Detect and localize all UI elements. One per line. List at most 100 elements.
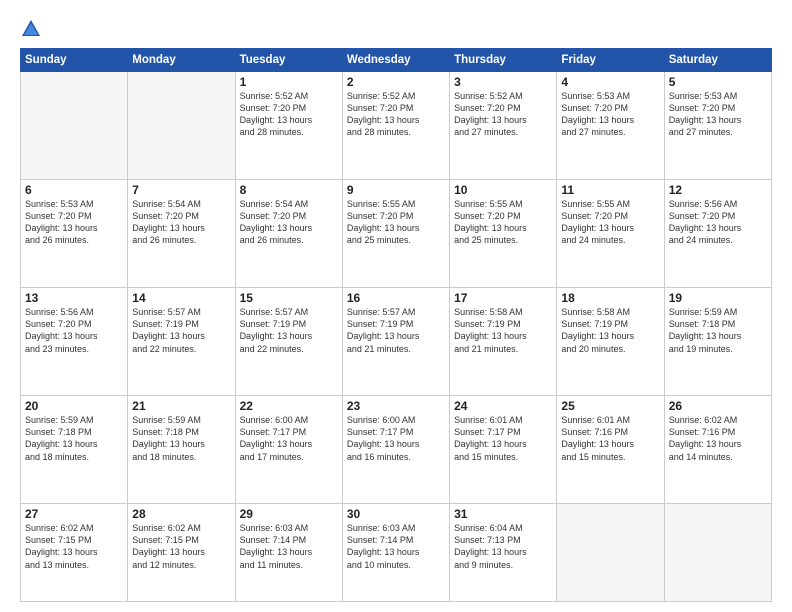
day-info: Sunrise: 5:52 AM Sunset: 7:20 PM Dayligh…	[454, 90, 552, 139]
day-info: Sunrise: 6:01 AM Sunset: 7:16 PM Dayligh…	[561, 414, 659, 463]
day-cell: 18Sunrise: 5:58 AM Sunset: 7:19 PM Dayli…	[557, 288, 664, 396]
day-info: Sunrise: 5:57 AM Sunset: 7:19 PM Dayligh…	[347, 306, 445, 355]
day-info: Sunrise: 6:00 AM Sunset: 7:17 PM Dayligh…	[347, 414, 445, 463]
day-number: 6	[25, 183, 123, 197]
day-cell: 27Sunrise: 6:02 AM Sunset: 7:15 PM Dayli…	[21, 504, 128, 602]
day-number: 29	[240, 507, 338, 521]
day-info: Sunrise: 5:54 AM Sunset: 7:20 PM Dayligh…	[132, 198, 230, 247]
day-number: 17	[454, 291, 552, 305]
day-number: 4	[561, 75, 659, 89]
day-number: 28	[132, 507, 230, 521]
day-number: 23	[347, 399, 445, 413]
day-info: Sunrise: 5:59 AM Sunset: 7:18 PM Dayligh…	[132, 414, 230, 463]
day-cell: 31Sunrise: 6:04 AM Sunset: 7:13 PM Dayli…	[450, 504, 557, 602]
day-cell: 12Sunrise: 5:56 AM Sunset: 7:20 PM Dayli…	[664, 180, 771, 288]
day-info: Sunrise: 6:01 AM Sunset: 7:17 PM Dayligh…	[454, 414, 552, 463]
logo	[20, 18, 46, 40]
day-info: Sunrise: 5:52 AM Sunset: 7:20 PM Dayligh…	[240, 90, 338, 139]
day-number: 25	[561, 399, 659, 413]
day-cell: 5Sunrise: 5:53 AM Sunset: 7:20 PM Daylig…	[664, 72, 771, 180]
week-row-1: 1Sunrise: 5:52 AM Sunset: 7:20 PM Daylig…	[21, 72, 772, 180]
day-info: Sunrise: 5:53 AM Sunset: 7:20 PM Dayligh…	[25, 198, 123, 247]
day-info: Sunrise: 6:02 AM Sunset: 7:15 PM Dayligh…	[132, 522, 230, 571]
day-number: 27	[25, 507, 123, 521]
day-cell: 26Sunrise: 6:02 AM Sunset: 7:16 PM Dayli…	[664, 396, 771, 504]
day-info: Sunrise: 5:56 AM Sunset: 7:20 PM Dayligh…	[25, 306, 123, 355]
day-info: Sunrise: 6:00 AM Sunset: 7:17 PM Dayligh…	[240, 414, 338, 463]
day-number: 1	[240, 75, 338, 89]
day-number: 7	[132, 183, 230, 197]
day-info: Sunrise: 6:02 AM Sunset: 7:15 PM Dayligh…	[25, 522, 123, 571]
day-cell: 11Sunrise: 5:55 AM Sunset: 7:20 PM Dayli…	[557, 180, 664, 288]
day-info: Sunrise: 5:53 AM Sunset: 7:20 PM Dayligh…	[561, 90, 659, 139]
logo-icon	[20, 18, 42, 40]
column-header-friday: Friday	[557, 49, 664, 72]
day-info: Sunrise: 5:59 AM Sunset: 7:18 PM Dayligh…	[25, 414, 123, 463]
day-info: Sunrise: 5:56 AM Sunset: 7:20 PM Dayligh…	[669, 198, 767, 247]
day-info: Sunrise: 5:55 AM Sunset: 7:20 PM Dayligh…	[561, 198, 659, 247]
day-cell	[21, 72, 128, 180]
header	[20, 18, 772, 40]
day-number: 15	[240, 291, 338, 305]
column-header-thursday: Thursday	[450, 49, 557, 72]
day-info: Sunrise: 5:55 AM Sunset: 7:20 PM Dayligh…	[454, 198, 552, 247]
day-cell: 7Sunrise: 5:54 AM Sunset: 7:20 PM Daylig…	[128, 180, 235, 288]
day-cell: 14Sunrise: 5:57 AM Sunset: 7:19 PM Dayli…	[128, 288, 235, 396]
column-header-sunday: Sunday	[21, 49, 128, 72]
day-cell	[557, 504, 664, 602]
day-number: 11	[561, 183, 659, 197]
day-cell: 3Sunrise: 5:52 AM Sunset: 7:20 PM Daylig…	[450, 72, 557, 180]
week-row-2: 6Sunrise: 5:53 AM Sunset: 7:20 PM Daylig…	[21, 180, 772, 288]
column-header-saturday: Saturday	[664, 49, 771, 72]
day-info: Sunrise: 6:04 AM Sunset: 7:13 PM Dayligh…	[454, 522, 552, 571]
day-cell: 2Sunrise: 5:52 AM Sunset: 7:20 PM Daylig…	[342, 72, 449, 180]
day-number: 14	[132, 291, 230, 305]
day-number: 26	[669, 399, 767, 413]
day-info: Sunrise: 5:58 AM Sunset: 7:19 PM Dayligh…	[454, 306, 552, 355]
day-number: 5	[669, 75, 767, 89]
column-header-monday: Monday	[128, 49, 235, 72]
column-header-wednesday: Wednesday	[342, 49, 449, 72]
week-row-4: 20Sunrise: 5:59 AM Sunset: 7:18 PM Dayli…	[21, 396, 772, 504]
day-number: 9	[347, 183, 445, 197]
week-row-5: 27Sunrise: 6:02 AM Sunset: 7:15 PM Dayli…	[21, 504, 772, 602]
day-info: Sunrise: 5:57 AM Sunset: 7:19 PM Dayligh…	[132, 306, 230, 355]
day-cell: 19Sunrise: 5:59 AM Sunset: 7:18 PM Dayli…	[664, 288, 771, 396]
day-number: 2	[347, 75, 445, 89]
day-cell: 6Sunrise: 5:53 AM Sunset: 7:20 PM Daylig…	[21, 180, 128, 288]
day-cell: 20Sunrise: 5:59 AM Sunset: 7:18 PM Dayli…	[21, 396, 128, 504]
day-info: Sunrise: 5:59 AM Sunset: 7:18 PM Dayligh…	[669, 306, 767, 355]
column-header-tuesday: Tuesday	[235, 49, 342, 72]
day-number: 12	[669, 183, 767, 197]
day-cell: 29Sunrise: 6:03 AM Sunset: 7:14 PM Dayli…	[235, 504, 342, 602]
day-cell: 1Sunrise: 5:52 AM Sunset: 7:20 PM Daylig…	[235, 72, 342, 180]
day-number: 10	[454, 183, 552, 197]
day-number: 16	[347, 291, 445, 305]
day-number: 13	[25, 291, 123, 305]
day-info: Sunrise: 6:03 AM Sunset: 7:14 PM Dayligh…	[347, 522, 445, 571]
day-number: 22	[240, 399, 338, 413]
day-info: Sunrise: 5:58 AM Sunset: 7:19 PM Dayligh…	[561, 306, 659, 355]
day-info: Sunrise: 5:52 AM Sunset: 7:20 PM Dayligh…	[347, 90, 445, 139]
day-cell: 8Sunrise: 5:54 AM Sunset: 7:20 PM Daylig…	[235, 180, 342, 288]
day-cell	[664, 504, 771, 602]
day-cell: 4Sunrise: 5:53 AM Sunset: 7:20 PM Daylig…	[557, 72, 664, 180]
day-cell: 30Sunrise: 6:03 AM Sunset: 7:14 PM Dayli…	[342, 504, 449, 602]
day-number: 20	[25, 399, 123, 413]
header-row: SundayMondayTuesdayWednesdayThursdayFrid…	[21, 49, 772, 72]
day-cell: 25Sunrise: 6:01 AM Sunset: 7:16 PM Dayli…	[557, 396, 664, 504]
day-cell: 21Sunrise: 5:59 AM Sunset: 7:18 PM Dayli…	[128, 396, 235, 504]
day-number: 19	[669, 291, 767, 305]
day-info: Sunrise: 6:02 AM Sunset: 7:16 PM Dayligh…	[669, 414, 767, 463]
day-cell: 15Sunrise: 5:57 AM Sunset: 7:19 PM Dayli…	[235, 288, 342, 396]
day-cell: 28Sunrise: 6:02 AM Sunset: 7:15 PM Dayli…	[128, 504, 235, 602]
day-number: 3	[454, 75, 552, 89]
day-info: Sunrise: 6:03 AM Sunset: 7:14 PM Dayligh…	[240, 522, 338, 571]
day-number: 18	[561, 291, 659, 305]
day-number: 8	[240, 183, 338, 197]
day-cell: 22Sunrise: 6:00 AM Sunset: 7:17 PM Dayli…	[235, 396, 342, 504]
day-cell: 17Sunrise: 5:58 AM Sunset: 7:19 PM Dayli…	[450, 288, 557, 396]
week-row-3: 13Sunrise: 5:56 AM Sunset: 7:20 PM Dayli…	[21, 288, 772, 396]
day-number: 30	[347, 507, 445, 521]
day-cell: 9Sunrise: 5:55 AM Sunset: 7:20 PM Daylig…	[342, 180, 449, 288]
